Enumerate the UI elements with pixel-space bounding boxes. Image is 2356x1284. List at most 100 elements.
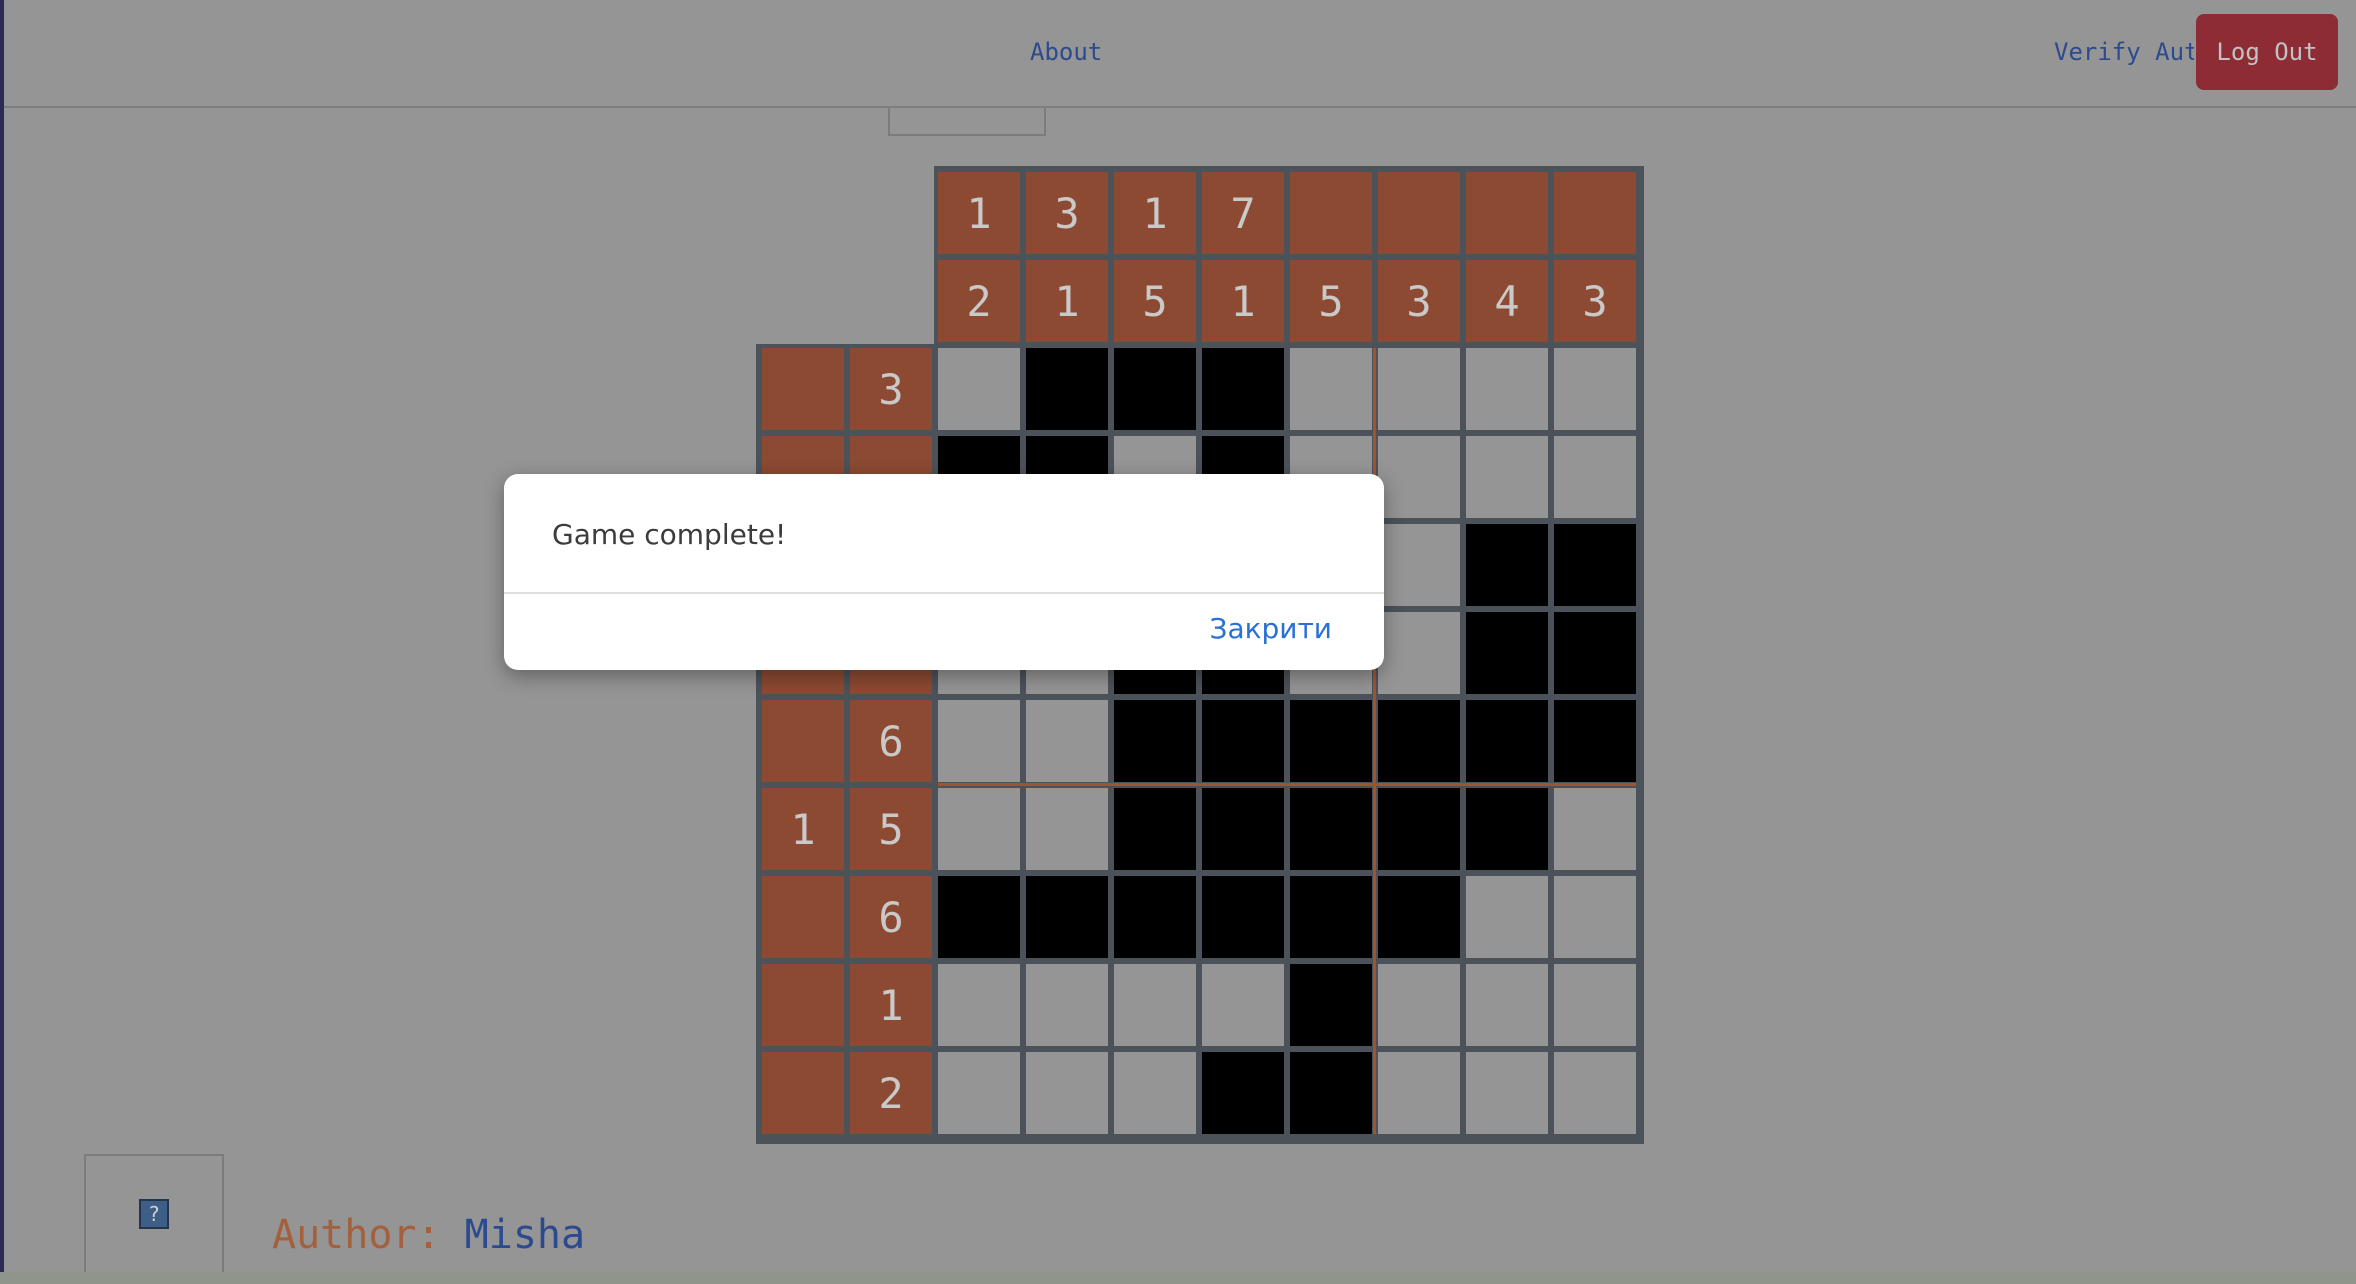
grid-cell-filled[interactable] [1202, 348, 1284, 430]
grid-cell-filled[interactable] [1378, 876, 1460, 958]
grid-cell-empty[interactable] [938, 348, 1020, 430]
grid-cell-filled[interactable] [1466, 788, 1548, 870]
column-clue-cell: 5 [1290, 260, 1372, 342]
column-clue-cell: 1 [938, 172, 1020, 254]
grid-cell-empty[interactable] [1114, 964, 1196, 1046]
column-clue-cell: 3 [1554, 260, 1636, 342]
grid-cell-empty[interactable] [1026, 788, 1108, 870]
row-clue-cell: 1 [850, 964, 932, 1046]
grid-cell-filled[interactable] [1290, 1052, 1372, 1134]
empty-tab [888, 108, 1046, 136]
grid-cell-empty[interactable] [1026, 700, 1108, 782]
grid-cell-empty[interactable] [1026, 1052, 1108, 1134]
grid-cell-empty[interactable] [1114, 1052, 1196, 1134]
grid-cell-filled[interactable] [1026, 348, 1108, 430]
grid-cell-filled[interactable] [1466, 700, 1548, 782]
row-clue-cell [762, 700, 844, 782]
column-clue-cell: 7 [1202, 172, 1284, 254]
column-clue-cell: 5 [1114, 260, 1196, 342]
grid-cell-empty[interactable] [1554, 788, 1636, 870]
grid-cell-filled[interactable] [1202, 700, 1284, 782]
dialog-message: Game complete! [552, 518, 787, 551]
grid-cell-filled[interactable] [1114, 788, 1196, 870]
row-clue-cell [762, 348, 844, 430]
row-clue-cell [762, 1052, 844, 1134]
section-separator-horizontal [938, 783, 1636, 786]
column-clue-cell: 1 [1114, 172, 1196, 254]
section-separator-vertical [1373, 348, 1376, 1134]
grid-cell-filled[interactable] [1290, 964, 1372, 1046]
game-complete-dialog: Game complete! Закрити [504, 474, 1384, 670]
grid-cell-filled[interactable] [1554, 524, 1636, 606]
column-clue-cell [1466, 172, 1548, 254]
grid-cell-filled[interactable] [1378, 788, 1460, 870]
board-corner-gap [756, 166, 934, 344]
nav-verify-auth-link[interactable]: Verify Auth [2054, 38, 2194, 66]
row-clue-cell: 1 [762, 788, 844, 870]
grid-cell-filled[interactable] [1114, 876, 1196, 958]
row-clue-cell [762, 964, 844, 1046]
grid-cell-empty[interactable] [1378, 1052, 1460, 1134]
grid-cell-filled[interactable] [1202, 788, 1284, 870]
grid-cell-filled[interactable] [1026, 876, 1108, 958]
grid-cell-empty[interactable] [1202, 964, 1284, 1046]
column-clue-cell: 3 [1378, 260, 1460, 342]
grid-cell-empty[interactable] [1378, 964, 1460, 1046]
column-clue-cell [1290, 172, 1372, 254]
grid-cell-empty[interactable] [1466, 876, 1548, 958]
grid-cell-empty[interactable] [938, 964, 1020, 1046]
grid-cell-empty[interactable] [1378, 612, 1460, 694]
grid-cell-filled[interactable] [1202, 1052, 1284, 1134]
question-icon[interactable]: ? [139, 1199, 169, 1229]
bottom-bar [0, 1272, 2356, 1284]
column-clue-cell [1378, 172, 1460, 254]
grid-cell-empty[interactable] [1554, 436, 1636, 518]
logout-button[interactable]: Log Out [2196, 14, 2338, 90]
row-clue-cell: 5 [850, 788, 932, 870]
grid-cell-empty[interactable] [1554, 1052, 1636, 1134]
grid-cell-empty[interactable] [1554, 964, 1636, 1046]
grid-cell-empty[interactable] [1026, 964, 1108, 1046]
grid-cell-filled[interactable] [1466, 524, 1548, 606]
grid-cell-filled[interactable] [1202, 876, 1284, 958]
grid-cell-empty[interactable] [938, 1052, 1020, 1134]
grid-cell-filled[interactable] [1378, 700, 1460, 782]
dialog-close-button[interactable]: Закрити [1210, 612, 1333, 645]
row-clue-cell: 6 [850, 876, 932, 958]
grid-cell-empty[interactable] [1378, 436, 1460, 518]
grid-cell-filled[interactable] [1290, 700, 1372, 782]
grid-cell-empty[interactable] [1378, 524, 1460, 606]
window-edge [0, 0, 4, 1284]
dialog-divider [504, 592, 1384, 594]
grid-cell-empty[interactable] [1466, 436, 1548, 518]
row-clue-cell: 2 [850, 1052, 932, 1134]
grid-cell-empty[interactable] [1290, 348, 1372, 430]
nav-about-link[interactable]: About [1030, 38, 1102, 66]
grid-cell-empty[interactable] [1466, 964, 1548, 1046]
grid-cell-empty[interactable] [1554, 348, 1636, 430]
grid-cell-filled[interactable] [1290, 876, 1372, 958]
grid-cell-empty[interactable] [1466, 1052, 1548, 1134]
grid-cell-empty[interactable] [1466, 348, 1548, 430]
row-clue-cell [762, 876, 844, 958]
author-label: Author: [272, 1212, 441, 1258]
grid-cell-filled[interactable] [1466, 612, 1548, 694]
grid-cell-filled[interactable] [1554, 700, 1636, 782]
grid-cell-filled[interactable] [1114, 700, 1196, 782]
grid-cell-empty[interactable] [938, 788, 1020, 870]
column-clue-cell: 1 [1026, 260, 1108, 342]
grid-cell-empty[interactable] [938, 700, 1020, 782]
row-clue-cell: 6 [850, 700, 932, 782]
row-clue-cell: 3 [850, 348, 932, 430]
author-line: Author: Misha [272, 1212, 585, 1258]
grid-cell-filled[interactable] [1290, 788, 1372, 870]
grid-cell-filled[interactable] [1114, 348, 1196, 430]
help-panel[interactable]: ? [84, 1154, 224, 1274]
grid-cell-empty[interactable] [1554, 876, 1636, 958]
author-name[interactable]: Misha [465, 1212, 585, 1258]
grid-cell-filled[interactable] [1554, 612, 1636, 694]
grid-cell-filled[interactable] [938, 876, 1020, 958]
grid-cell-empty[interactable] [1378, 348, 1460, 430]
column-clue-cell: 3 [1026, 172, 1108, 254]
column-clue-cell: 4 [1466, 260, 1548, 342]
